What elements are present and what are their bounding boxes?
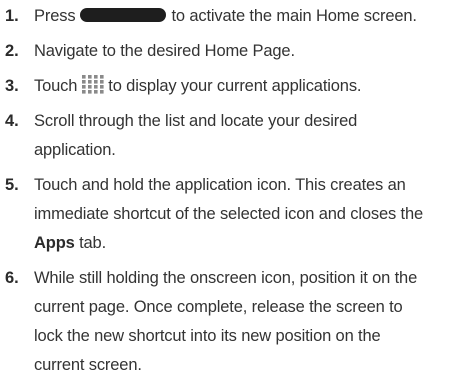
step-number: 3. [5,77,19,95]
step-text: Scroll through the list and locate your … [34,112,358,159]
step-text-after-icon: to display your current applications. [108,77,362,95]
instruction-steps: 1. Press to activate the main Home screen… [0,0,472,388]
step-number: 4. [5,112,19,130]
step-number: 5. [5,176,19,194]
apps-tab-label: Apps [34,234,75,252]
step-number: 1. [5,7,19,25]
step-text-before-icon: Touch [34,77,78,95]
step-text-before-icon: Press [34,7,76,25]
step-text-after-icon: to activate the main Home screen. [171,7,417,25]
step-number: 2. [5,42,19,60]
step-text: Navigate to the desired Home Page. [34,42,295,60]
step-text: While still holding the onscreen icon, p… [34,269,418,374]
step-text: Press to activate the main Home screen. [34,2,470,31]
step-text: Touch to display your current applicatio… [34,72,470,101]
step-number: 6. [5,269,19,287]
apps-grid-icon [82,75,104,94]
step-text: Touch and hold the application icon. Thi… [34,176,424,252]
home-key-icon [80,8,167,22]
